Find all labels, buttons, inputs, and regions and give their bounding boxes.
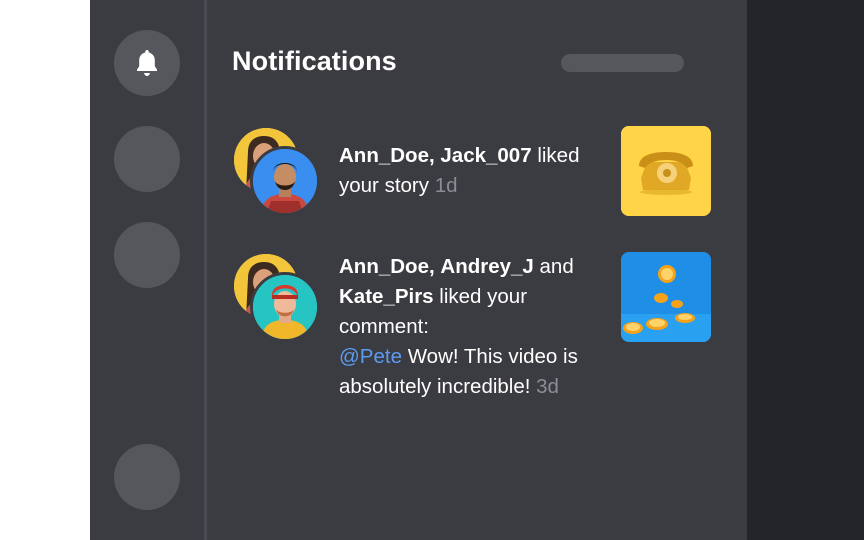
notification-text-1: Ann_Doe, Jack_007 liked your story 1d: [339, 141, 614, 201]
notification-user-1[interactable]: Ann_Doe,: [339, 255, 435, 278]
notification-text-2: Ann_Doe, Andrey_J and Kate_Pirs liked yo…: [339, 252, 614, 402]
notification-user-1[interactable]: Ann_Doe,: [339, 144, 435, 167]
bell-icon: [137, 50, 157, 76]
sidebar-notifications-button[interactable]: [114, 30, 180, 96]
avatar-andrey-j[interactable]: [250, 272, 320, 342]
notification-user-2[interactable]: Andrey_J: [440, 255, 533, 278]
notification-user-3[interactable]: Kate_Pirs: [339, 285, 434, 308]
mention-link[interactable]: @Pete: [339, 345, 402, 368]
telephone-thumbnail[interactable]: [621, 126, 711, 216]
telephone-image: [621, 126, 711, 216]
notification-joiner: and: [539, 255, 574, 278]
notification-time: 3d: [536, 375, 559, 398]
oranges-thumbnail[interactable]: [621, 252, 711, 342]
notification-user-2[interactable]: Jack_007: [440, 144, 531, 167]
sidebar-button-4[interactable]: [114, 444, 180, 510]
right-background: [747, 0, 864, 540]
notification-time: 1d: [434, 174, 458, 197]
sidebar-button-2[interactable]: [114, 126, 180, 192]
search-pill[interactable]: [561, 54, 684, 72]
page-title: Notifications: [232, 46, 397, 76]
oranges-image: [621, 252, 711, 342]
sidebar-button-3[interactable]: [114, 222, 180, 288]
left-blank-area: [0, 0, 90, 540]
avatar-jack-007[interactable]: [250, 146, 320, 216]
